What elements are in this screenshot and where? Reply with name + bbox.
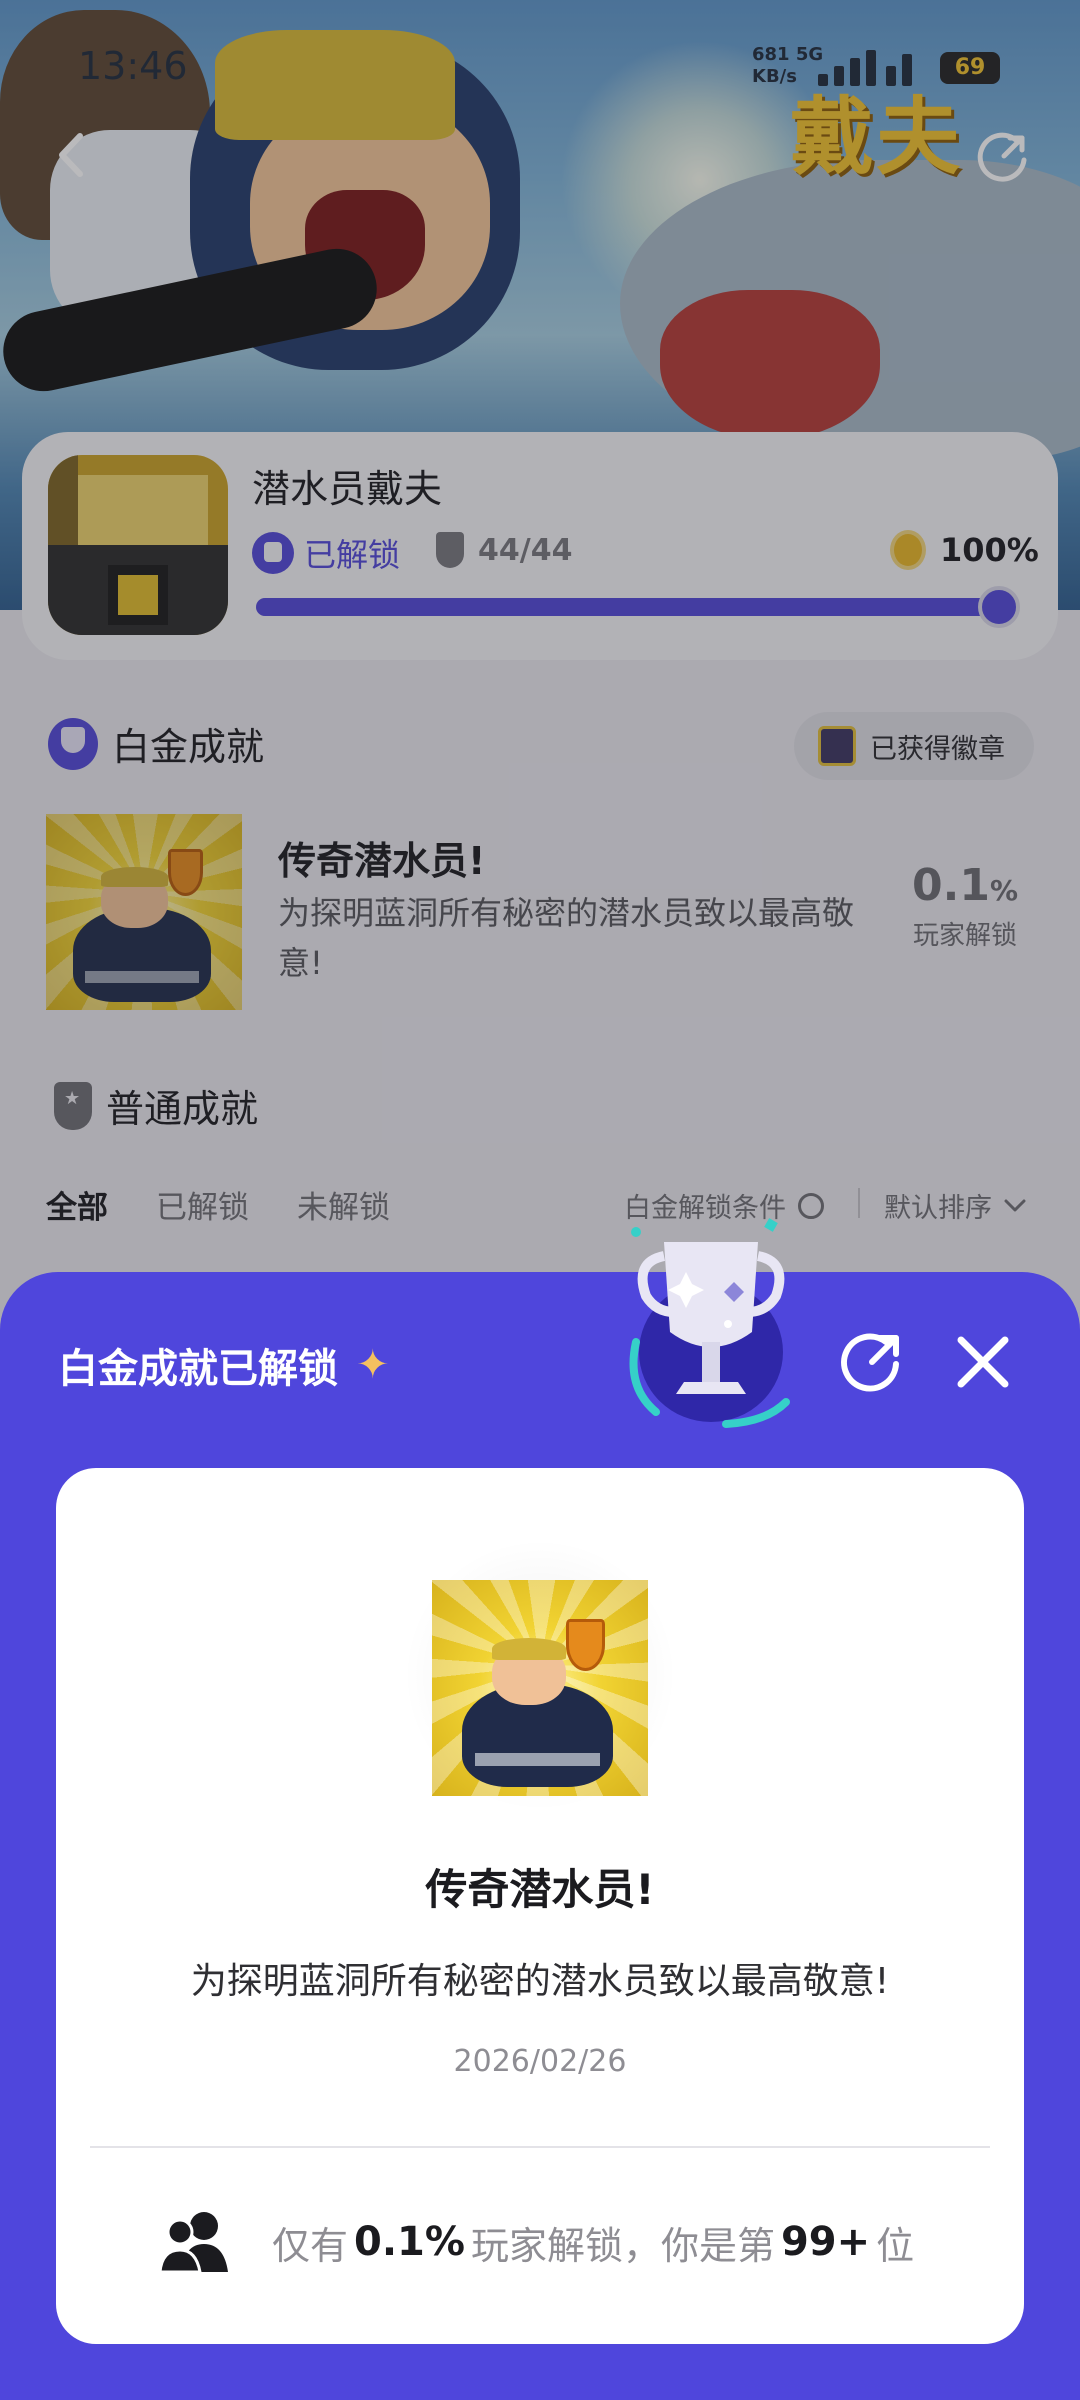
achievement-image — [432, 1580, 648, 1796]
card-divider — [90, 2146, 990, 2148]
users-icon — [158, 2212, 228, 2274]
unlock-stat: 仅有 0.1% 玩家解锁，你是第 99+ 位 — [158, 2210, 914, 2274]
achievement-title: 传奇潜水员! — [425, 1865, 655, 1914]
stat-suffix: 位 — [876, 2223, 915, 2268]
sparkle-icon: ✦ — [356, 1342, 390, 1388]
close-icon[interactable] — [955, 1334, 1011, 1390]
share-icon[interactable] — [840, 1330, 904, 1394]
stat-middle: 玩家解锁，你是第 — [470, 2223, 775, 2268]
sheet-header: 白金成就已解锁 ✦ — [58, 1336, 390, 1394]
platinum-trophy-icon — [629, 1218, 790, 1428]
stat-percent: 0.1% — [354, 2219, 465, 2265]
unlock-date: 2026/02/26 — [453, 2044, 627, 2079]
achievement-description: 为探明蓝洞所有秘密的潜水员致以最高敬意! — [190, 1961, 890, 2002]
stat-prefix: 仅有 — [272, 2223, 349, 2268]
sheet-title: 白金成就已解锁 — [58, 1346, 338, 1392]
stat-rank: 99+ — [780, 2219, 871, 2265]
